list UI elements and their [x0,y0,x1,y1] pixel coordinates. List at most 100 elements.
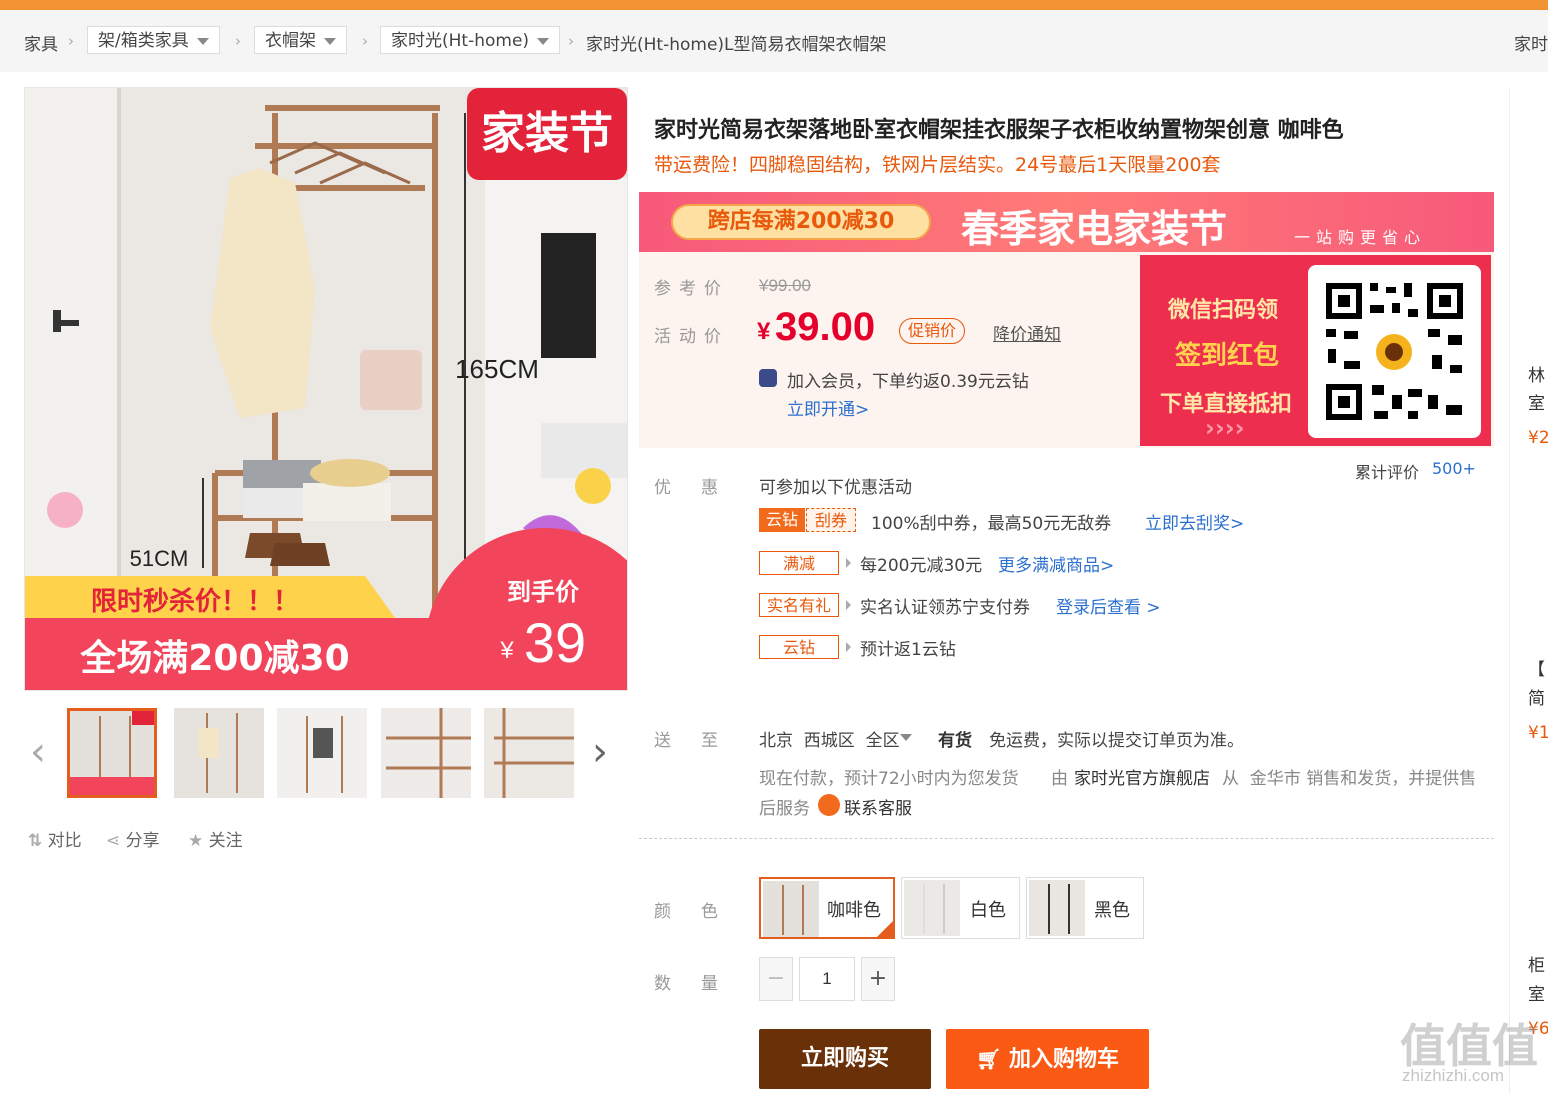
color-option-label: 黑色 [1094,900,1130,921]
price-drop-notify-link[interactable]: 降价通知 [993,320,1061,345]
thumbnail-3[interactable] [277,708,367,798]
compare-icon: ⇅ [28,831,43,851]
sidebar-item-3-line1[interactable]: 柜 [1528,951,1545,976]
breadcrumb-right-link[interactable]: 家时 [1514,30,1548,55]
share-button[interactable]: ⋖ 分享 [106,826,160,851]
delivery-fee: 免运费，实际以提交订单页为准。 [989,731,1244,751]
member-text: 加入会员，下单约返0.39元云钻 [787,372,1029,392]
delivery-location[interactable]: 北京 西城区 全区 [759,726,900,751]
color-option-label: 咖啡色 [827,900,881,921]
thumbnail-2[interactable] [174,708,264,798]
top-accent-bar [0,0,1548,10]
share-icon: ⋖ [106,831,121,851]
color-thumb [1029,880,1085,936]
chevron-down-icon [196,37,209,45]
ref-price-label: 参考价 [654,279,729,299]
promo-link-login[interactable]: 登录后查看 > [1056,593,1161,618]
triangle-right-icon [846,600,851,610]
chevron-right-icon[interactable]: › [592,732,608,772]
review-count-label: 累计评价 [1355,463,1420,482]
promo-text-3: 实名认证领苏宁支付券 [860,598,1030,618]
breadcrumb-separator: › [235,32,241,50]
customer-service-icon[interactable] [818,794,840,816]
sidebar-item-1-line2[interactable]: 室 [1528,389,1545,414]
thumbnail-5[interactable] [484,708,574,798]
sidebar-item-2-line2[interactable]: 简 [1528,684,1545,709]
compare-button[interactable]: ⇅ 对比 [28,826,82,851]
member-icon [759,369,777,387]
activity-price-value: 39.00 [775,305,876,349]
quantity-input[interactable] [799,957,855,1001]
promo-tag-yunzuan: 云钻 [759,508,805,532]
qr-line-2: 签到红包 [1175,341,1280,371]
product-title: 家时光简易衣架落地卧室衣帽架挂衣服架子衣柜收纳置物架创意 咖啡色 [654,118,1344,143]
thumbnail-image [484,708,574,798]
share-label: 分享 [125,831,160,851]
breadcrumb-current: 家时光(Ht-home)L型简易衣帽架衣帽架 [586,35,887,55]
low-height-label: 51CM [130,546,189,571]
color-option-white[interactable]: 白色 [901,877,1020,939]
delivery-eta: 现在付款，预计72小时内为您发货 [759,769,1019,789]
review-count-link[interactable]: 500+ [1432,459,1476,478]
store-name-link[interactable]: 家时光官方旗舰店 [1074,764,1210,789]
sidebar-item-3-line2[interactable]: 室 [1528,980,1545,1005]
star-icon: ★ [188,831,204,851]
promo-link-more-manjian[interactable]: 更多满减商品> [998,551,1114,576]
sidebar-item-1-line1[interactable]: 林 [1528,361,1545,386]
gallery-badge-text: 家装节 [481,108,613,159]
sidebar-item-2-line1[interactable]: 【 [1528,655,1545,680]
hand-price-currency: ¥ [499,637,514,664]
promo-tag-realname: 实名有礼 [759,593,839,617]
follow-label: 关注 [208,831,243,851]
promo-price-tag: 促销价 [899,318,966,344]
breadcrumb: 家具 › 架/箱类家具 › 衣帽架 › 家时光(Ht-home) › 家时光(H… [0,10,1548,72]
triangle-right-icon [846,558,851,568]
activity-price-label: 活动价 [654,327,729,347]
buy-now-button[interactable]: 立即购买 [759,1029,931,1089]
breadcrumb-dropdown-label: 衣帽架 [265,31,316,51]
promo-banner[interactable]: 跨店每满200减30 春季家电家装节 一站购更省心 [639,192,1494,252]
color-label: 颜色 [654,902,748,922]
promo-top-text: 限时秒杀价！！！ [91,586,299,617]
breadcrumb-dropdown-subcategory[interactable]: 衣帽架 [254,26,347,54]
breadcrumb-dropdown-brand[interactable]: 家时光(Ht-home) [380,26,561,54]
add-to-cart-label: 加入购物车 [1009,1047,1120,1072]
promo-link-scratch[interactable]: 立即去刮奖> [1145,509,1244,534]
hand-price-value: 39 [524,611,586,674]
promo-text-2: 每200元减30元 [860,556,983,576]
add-to-cart-button[interactable]: 🛒︎ 加入购物车 [946,1029,1149,1089]
sidebar-item-1-price: ¥2 [1528,428,1548,448]
breadcrumb-dropdown-category[interactable]: 架/箱类家具 [87,26,220,54]
color-thumb [904,880,960,936]
promotions-label: 优惠 [654,478,748,498]
compare-label: 对比 [47,831,82,851]
hand-price-label: 到手价 [507,578,580,606]
qr-chevrons: ›››› [1205,414,1245,442]
color-option-coffee[interactable]: 咖啡色 [759,877,895,939]
quantity-minus-button[interactable]: − [759,957,793,1001]
qr-code[interactable] [1308,265,1481,438]
banner-pill: 跨店每满200减30 [671,204,931,240]
thumbnail-1[interactable] [67,708,157,798]
promo-text-4: 预计返1云钻 [860,640,956,660]
chevron-down-icon[interactable] [900,734,912,741]
main-product-image[interactable]: 家装节 165CM 51CM 限时秒杀价！！！ 全场满200减30 到手价 ¥ … [24,87,628,691]
promo-tag-coupon: 刮券 [806,508,856,532]
quantity-plus-button[interactable]: + [861,957,895,1001]
delivery-after-sale: 后服务 [759,799,810,819]
breadcrumb-separator: › [362,32,368,50]
qr-code-icon [1326,283,1463,420]
breadcrumb-separator: › [68,32,74,50]
customer-service-link[interactable]: 联系客服 [844,794,912,819]
breadcrumb-root[interactable]: 家具 [24,30,58,55]
banner-tail: 一站购更省心 [1294,228,1427,247]
chevron-left-icon[interactable]: ‹ [30,732,46,772]
delivery-by: 由 [1051,769,1068,789]
thumbnail-image [277,708,367,798]
follow-button[interactable]: ★ 关注 [188,826,243,851]
product-subtitle: 带运费险！四脚稳固结构，铁网片层结实。24号蕞后1天限量200套 [654,154,1221,176]
member-open-link[interactable]: 立即开通> [787,395,869,420]
thumbnail-4[interactable] [381,708,471,798]
thumbnail-image [174,708,264,798]
color-option-black[interactable]: 黑色 [1026,877,1144,939]
